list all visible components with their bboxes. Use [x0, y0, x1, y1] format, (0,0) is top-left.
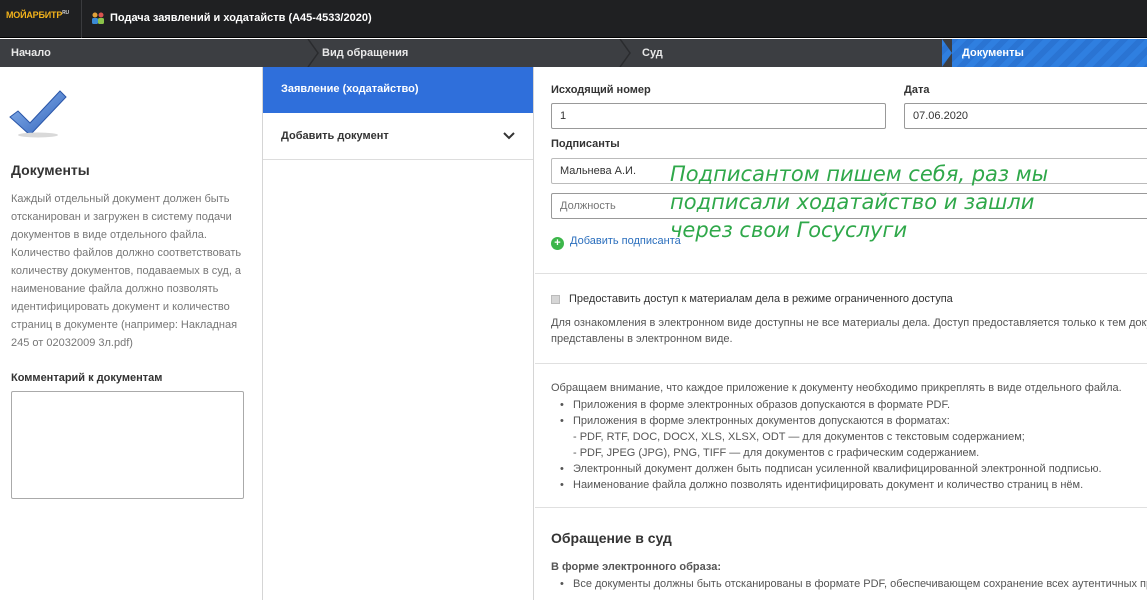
divider [535, 273, 1147, 274]
chevron-down-icon [503, 132, 515, 140]
list-item: Приложения в форме электронных образов д… [551, 397, 1102, 413]
list-item: - PDF, JPEG (JPG), PNG, TIFF — для докум… [573, 447, 980, 459]
step-active-notch [942, 39, 952, 67]
comment-label: Комментарий к документам [11, 372, 163, 384]
step-separator-icon [619, 39, 631, 67]
step-documents-label: Документы [962, 47, 1024, 59]
add-document-dropdown[interactable]: Добавить документ [263, 113, 533, 160]
document-list-panel: Заявление (ходатайство) Добавить докумен… [263, 67, 534, 600]
left-info-panel: Документы Каждый отдельный документ долж… [0, 67, 263, 600]
court-heading: Обращение в суд [551, 530, 672, 546]
signers-label: Подписанты [551, 138, 620, 150]
documents-description: Каждый отдельный документ должен быть от… [11, 193, 242, 349]
top-bar: МОЙАРБИТРRU Подача заявлений и ходатайст… [0, 0, 1147, 38]
list-item: Приложения в форме электронных документо… [551, 413, 1102, 429]
divider [535, 363, 1147, 364]
notice-intro: Обращаем внимание, что каждое приложение… [551, 382, 1122, 394]
list-item: Все документы должны быть отсканированы … [551, 576, 1147, 592]
restricted-note-line-2: представлены в электронном виде. [551, 333, 733, 345]
documents-heading: Документы [11, 162, 90, 178]
add-signer-link[interactable]: + Добавить подписанта [551, 235, 681, 250]
moi-arbitr-logo[interactable]: МОЙАРБИТРRU [6, 10, 72, 26]
add-signer-label: Добавить подписанта [570, 235, 681, 247]
restricted-note-line-1: Для ознакомления в электронном виде дост… [551, 317, 1147, 329]
step-start[interactable]: Начало [11, 39, 51, 67]
comment-textarea[interactable] [11, 391, 244, 499]
annotation-overlay: Подписантом пишем себя, раз мы подписали… [670, 160, 1048, 244]
plus-circle-icon: + [551, 237, 564, 250]
step-request-type[interactable]: Вид обращения [322, 39, 408, 67]
add-document-label: Добавить документ [281, 130, 389, 142]
date-input[interactable] [904, 103, 1147, 129]
outgoing-number-input[interactable] [551, 103, 886, 129]
court-list: Все документы должны быть отсканированы … [551, 576, 1147, 592]
header-divider [81, 0, 82, 38]
outgoing-number-label: Исходящий номер [551, 84, 651, 96]
logo-part-arbitr: АРБИТР [26, 10, 63, 20]
step-separator-icon [307, 39, 319, 67]
annotation-line-1: Подписантом пишем себя, раз мы [670, 162, 1049, 186]
divider [535, 507, 1147, 508]
court-subheading: В форме электронного образа: [551, 561, 721, 573]
logo-part-moi: МОЙ [6, 10, 27, 20]
annotation-line-2: подписали ходатайство и зашли [670, 190, 1035, 214]
people-icon [92, 12, 104, 24]
list-item: Наименование файла должно позволять иден… [551, 477, 1102, 493]
list-item: Электронный документ должен быть подписа… [551, 461, 1102, 477]
document-item-statement[interactable]: Заявление (ходатайство) [263, 67, 533, 113]
notice-list: Приложения в форме электронных образов д… [551, 397, 1102, 493]
document-form-panel: Исходящий номер Дата Подписанты + Добавит… [535, 67, 1147, 600]
annotation-line-3: через свои Госуслуги [670, 218, 908, 242]
restricted-access-checkbox[interactable] [551, 295, 560, 304]
list-item: - PDF, RTF, DOC, DOCX, XLS, XLSX, ODT — … [573, 431, 1025, 443]
logo-part-ru: RU [62, 10, 69, 16]
wizard-steps: Начало Вид обращения Суд Документы [0, 39, 1147, 67]
checkmark-icon [9, 90, 67, 138]
restricted-access-label[interactable]: Предоставить доступ к материалам дела в … [569, 293, 953, 305]
date-label: Дата [904, 84, 930, 96]
step-court[interactable]: Суд [642, 39, 663, 67]
page-title: Подача заявлений и ходатайств (А45-4533/… [110, 12, 372, 24]
